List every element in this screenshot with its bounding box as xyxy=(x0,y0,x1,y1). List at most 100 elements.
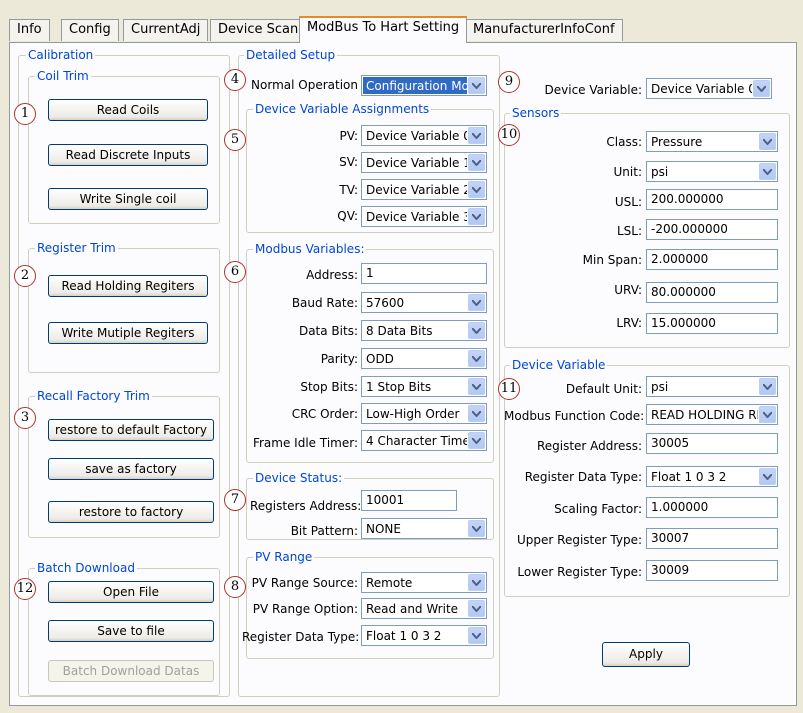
pv-value: Device Variable 0 xyxy=(366,129,467,143)
upper-register-type-label: Upper Register Type: xyxy=(517,533,642,547)
qv-select[interactable]: Device Variable 3 xyxy=(361,206,487,227)
callout-11: 11 xyxy=(498,378,520,400)
data-bits-value: 8 Data Bits xyxy=(366,324,433,338)
scaling-factor-input[interactable]: 1.000000 xyxy=(646,497,778,518)
chevron-down-icon[interactable] xyxy=(759,406,776,423)
crc-order-select[interactable]: Low-High Order xyxy=(361,403,487,424)
chevron-down-icon[interactable] xyxy=(468,574,485,591)
urv-input[interactable]: 80.000000 xyxy=(646,282,778,303)
apply-button[interactable]: Apply xyxy=(602,642,690,667)
sv-select[interactable]: Device Variable 1 xyxy=(361,152,487,173)
chevron-down-icon[interactable] xyxy=(468,127,485,144)
default-unit-select[interactable]: psi xyxy=(646,376,778,397)
tab-device-scan[interactable]: Device Scan xyxy=(210,19,307,41)
device-variable-assignments-title: Device Variable Assignments xyxy=(253,102,432,116)
chevron-down-icon[interactable] xyxy=(468,432,485,449)
coil-trim-title: Coil Trim xyxy=(35,69,91,83)
chevron-down-icon[interactable] xyxy=(759,378,776,395)
pv-range-option-select[interactable]: Read and Write xyxy=(361,598,487,619)
device-variable-value: Device Variable 0 xyxy=(651,82,752,96)
data-bits-select[interactable]: 8 Data Bits xyxy=(361,320,487,341)
save-as-factory-button[interactable]: save as factory xyxy=(48,458,214,480)
pv-select[interactable]: Device Variable 0 xyxy=(361,125,487,146)
chevron-down-icon[interactable] xyxy=(759,133,776,150)
chevron-down-icon[interactable] xyxy=(468,322,485,339)
tab-modbus-to-hart-setting[interactable]: ModBus To Hart Setting xyxy=(299,16,468,43)
device-variable-group-title: Device Variable xyxy=(510,358,608,372)
chevron-down-icon[interactable] xyxy=(468,378,485,395)
dv-register-data-type-label: Register Data Type: xyxy=(524,470,642,484)
stop-bits-select[interactable]: 1 Stop Bits xyxy=(361,376,487,397)
usl-input[interactable]: 200.000000 xyxy=(646,189,778,210)
bit-pattern-value: NONE xyxy=(366,522,401,536)
chevron-down-icon[interactable] xyxy=(468,627,485,644)
batch-download-datas-button[interactable]: Batch Download Datas xyxy=(48,660,214,682)
lrv-input[interactable]: 15.000000 xyxy=(646,313,778,334)
parity-select[interactable]: ODD xyxy=(361,348,487,369)
crc-order-value: Low-High Order xyxy=(366,407,460,421)
dv-register-data-type-select[interactable]: Float 1 0 3 2 xyxy=(646,466,778,487)
chevron-down-icon[interactable] xyxy=(468,520,485,537)
registers-address-label: Registers Address: xyxy=(250,499,362,513)
read-holding-registers-button[interactable]: Read Holding Regiters xyxy=(48,275,208,297)
normal-operation-select[interactable]: Configuration Moc xyxy=(361,75,487,96)
device-variable-label: Device Variable: xyxy=(544,83,642,97)
unit-value: psi xyxy=(651,165,669,179)
device-status-title: Device Status: xyxy=(253,471,345,485)
bit-pattern-select[interactable]: NONE xyxy=(361,518,487,539)
class-value: Pressure xyxy=(651,135,703,149)
chevron-down-icon[interactable] xyxy=(468,77,485,94)
chevron-down-icon[interactable] xyxy=(468,208,485,225)
register-trim-title: Register Trim xyxy=(35,241,118,255)
upper-register-type-input[interactable]: 30007 xyxy=(646,528,778,549)
chevron-down-icon[interactable] xyxy=(468,154,485,171)
frame-idle-timer-select[interactable]: 4 Character Times xyxy=(361,430,487,451)
register-data-type-select[interactable]: Float 1 0 3 2 xyxy=(361,625,487,646)
chevron-down-icon[interactable] xyxy=(759,468,776,485)
lower-register-type-input[interactable]: 30009 xyxy=(646,560,778,581)
callout-8: 8 xyxy=(224,576,246,598)
chevron-down-icon[interactable] xyxy=(468,294,485,311)
tab-content-panel: Calibration Coil Trim Read Coils Read Di… xyxy=(9,42,797,706)
chevron-down-icon[interactable] xyxy=(468,405,485,422)
open-file-button[interactable]: Open File xyxy=(48,581,214,603)
chevron-down-icon[interactable] xyxy=(468,181,485,198)
modbus-function-code-select[interactable]: READ HOLDING RE xyxy=(646,404,778,425)
unit-select[interactable]: psi xyxy=(646,161,778,182)
write-multiple-registers-button[interactable]: Write Mutiple Regiters xyxy=(48,322,208,344)
callout-5: 5 xyxy=(224,129,246,151)
chevron-down-icon[interactable] xyxy=(759,163,776,180)
chevron-down-icon[interactable] xyxy=(468,600,485,617)
tab-currentadj[interactable]: CurrentAdj xyxy=(123,19,209,41)
tab-info[interactable]: Info xyxy=(9,19,50,41)
address-input[interactable]: 1 xyxy=(361,263,487,284)
restore-default-factory-button[interactable]: restore to default Factory xyxy=(48,419,214,441)
pv-range-option-label: PV Range Option: xyxy=(252,602,358,616)
read-coils-button[interactable]: Read Coils xyxy=(48,99,208,121)
callout-7: 7 xyxy=(224,489,246,511)
tab-manufacturer-info-conf[interactable]: ManufacturerInfoConf xyxy=(465,19,623,41)
baud-rate-select[interactable]: 57600 xyxy=(361,292,487,313)
calibration-title: Calibration xyxy=(26,48,96,62)
tab-config[interactable]: Config xyxy=(61,19,119,41)
device-variable-select[interactable]: Device Variable 0 xyxy=(646,78,772,99)
save-to-file-button[interactable]: Save to file xyxy=(48,620,214,642)
register-address-input[interactable]: 30005 xyxy=(646,433,778,454)
lower-register-type-label: Lower Register Type: xyxy=(517,565,642,579)
pv-range-source-value: Remote xyxy=(366,576,413,590)
frame-idle-timer-label: Frame Idle Timer: xyxy=(252,436,358,450)
min-span-input[interactable]: 2.000000 xyxy=(646,249,778,270)
lsl-input[interactable]: -200.000000 xyxy=(646,219,778,240)
tv-select[interactable]: Device Variable 2 xyxy=(361,179,487,200)
write-single-coil-button[interactable]: Write Single coil xyxy=(48,188,208,210)
address-label: Address: xyxy=(306,268,358,282)
tv-value: Device Variable 2 xyxy=(366,183,467,197)
read-discrete-inputs-button[interactable]: Read Discrete Inputs xyxy=(48,144,208,166)
urv-label: URV: xyxy=(614,283,642,297)
registers-address-input[interactable]: 10001 xyxy=(361,490,457,511)
class-select[interactable]: Pressure xyxy=(646,131,778,152)
chevron-down-icon[interactable] xyxy=(753,80,770,97)
chevron-down-icon[interactable] xyxy=(468,350,485,367)
restore-to-factory-button[interactable]: restore to factory xyxy=(48,501,214,523)
pv-range-source-select[interactable]: Remote xyxy=(361,572,487,593)
